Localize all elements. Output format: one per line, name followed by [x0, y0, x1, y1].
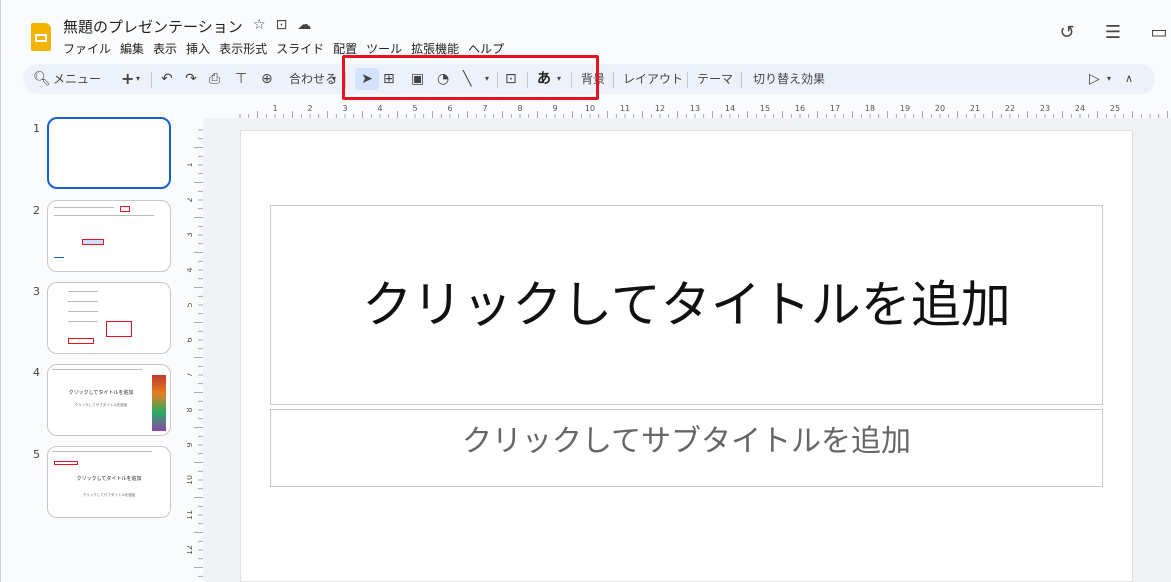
slide-thumbnail-4[interactable]: クリックしてタイトルを追加 クリックしてサブタイトルを追加	[47, 364, 171, 436]
print-icon[interactable]: ⎙	[209, 64, 220, 94]
ruler-label: 12	[187, 545, 194, 555]
history-icon[interactable]: ↺	[1055, 22, 1079, 43]
move-folder-icon[interactable]: ⊡	[276, 17, 288, 33]
star-icon[interactable]: ☆	[253, 17, 266, 33]
ruler-label: 6	[187, 337, 194, 342]
pointer-mode-icon[interactable]: ▷	[1089, 64, 1100, 94]
ruler-label: 4	[377, 104, 382, 113]
search-menu-label[interactable]: メニュー	[53, 64, 101, 94]
ruler-label: 19	[900, 104, 910, 113]
ruler-label: 16	[795, 104, 805, 113]
ruler-label: 3	[342, 104, 347, 113]
title-placeholder-text: クリックしてタイトルを追加	[362, 276, 1011, 334]
ruler-label: 2	[307, 104, 312, 113]
ruler-label: 12	[655, 104, 665, 113]
zoom-icon[interactable]: ⊕	[261, 64, 273, 94]
subtitle-placeholder[interactable]: クリックしてサブタイトルを追加	[270, 409, 1103, 487]
zoom-dropdown-icon[interactable]: ▾	[332, 64, 336, 94]
ruler-label: 20	[935, 104, 945, 113]
layout-button[interactable]: レイアウト	[623, 64, 683, 94]
ruler-label: 5	[412, 104, 417, 113]
slides-logo[interactable]	[31, 23, 51, 51]
ruler-label: 7	[187, 372, 194, 377]
slide-number: 4	[33, 366, 40, 379]
meet-icon[interactable]: ▭	[1147, 22, 1171, 43]
collapse-toolbar-icon[interactable]: ∧	[1125, 64, 1133, 94]
menu-slide[interactable]: スライド	[276, 40, 324, 57]
ruler-label: 11	[187, 510, 194, 520]
horizontal-ruler[interactable]: 1 2 3 4 5 6 7 8 9 10 11 12 13 14 15 16 17 18 19 20 21 22 23 24 2…	[203, 102, 1171, 118]
ruler-label: 17	[830, 104, 840, 113]
ruler-label: 1	[187, 162, 194, 167]
zoom-select[interactable]: 合わせる	[289, 64, 337, 94]
ruler-label: 18	[865, 104, 875, 113]
ruler-label: 8	[187, 407, 194, 412]
new-slide-icon[interactable]: +	[121, 64, 134, 94]
comments-icon[interactable]: ☰	[1101, 22, 1125, 43]
ruler-label: 13	[690, 104, 700, 113]
ruler-label: 14	[725, 104, 735, 113]
ruler-label: 1	[272, 104, 277, 113]
highlight-annotation	[342, 55, 599, 100]
ruler-label: 15	[760, 104, 770, 113]
ruler-label: 25	[1110, 104, 1120, 113]
redo-icon[interactable]: ↷	[185, 64, 197, 94]
slide-thumbnail-3[interactable]	[47, 282, 171, 354]
cloud-status-icon[interactable]: ☁	[297, 17, 311, 33]
ruler-label: 3	[187, 232, 194, 237]
slide-thumbnail-5[interactable]: クリックしてタイトルを追加 クリックしてサブタイトルを追加	[47, 446, 171, 518]
new-slide-dropdown-icon[interactable]: ▾	[136, 64, 140, 94]
slide-number: 5	[33, 448, 40, 461]
ruler-label: 10	[585, 104, 595, 113]
menu-edit[interactable]: 編集	[120, 40, 144, 57]
ruler-label: 9	[552, 104, 557, 113]
title-placeholder[interactable]: クリックしてタイトルを追加	[270, 205, 1103, 405]
slide-number: 2	[33, 204, 40, 217]
paint-format-icon[interactable]: ⊤	[235, 64, 247, 94]
slide-filmstrip: 1 2 3 4 クリックしてタイトルを追加 クリックしてサブタイトルを追加 5 …	[1, 104, 191, 582]
ruler-label: 4	[187, 267, 194, 272]
menu-insert[interactable]: 挿入	[186, 40, 210, 57]
slide-number: 3	[33, 285, 40, 298]
ruler-label: 6	[447, 104, 452, 113]
ruler-label: 2	[187, 197, 194, 202]
ruler-label: 24	[1075, 104, 1085, 113]
subtitle-placeholder-text: クリックしてサブタイトルを追加	[461, 424, 912, 459]
ruler-label: 23	[1040, 104, 1050, 113]
transition-button[interactable]: 切り替え効果	[753, 64, 825, 94]
ruler-label: 8	[517, 104, 522, 113]
pointer-mode-dropdown-icon[interactable]: ▾	[1107, 64, 1111, 94]
menu-view[interactable]: 表示	[153, 40, 177, 57]
ruler-label: 5	[187, 302, 194, 307]
ruler-label: 11	[620, 104, 630, 113]
search-icon[interactable]: 🔍︎	[33, 64, 51, 94]
slide-number: 1	[33, 122, 40, 135]
slide-thumbnail-1[interactable]	[47, 117, 171, 189]
vertical-ruler[interactable]: 123456789101112	[187, 118, 203, 582]
ruler-label: 22	[1005, 104, 1015, 113]
menu-file[interactable]: ファイル	[63, 40, 111, 57]
ruler-label: 10	[187, 475, 194, 485]
document-title[interactable]: 無題のプレゼンテーション	[63, 16, 243, 37]
ruler-label: 9	[187, 442, 194, 447]
theme-button[interactable]: テーマ	[697, 64, 733, 94]
ruler-label: 7	[482, 104, 487, 113]
ruler-label: 21	[970, 104, 980, 113]
undo-icon[interactable]: ↶	[161, 64, 173, 94]
slide-thumbnail-2[interactable]	[47, 200, 171, 272]
menu-format[interactable]: 表示形式	[219, 40, 267, 57]
